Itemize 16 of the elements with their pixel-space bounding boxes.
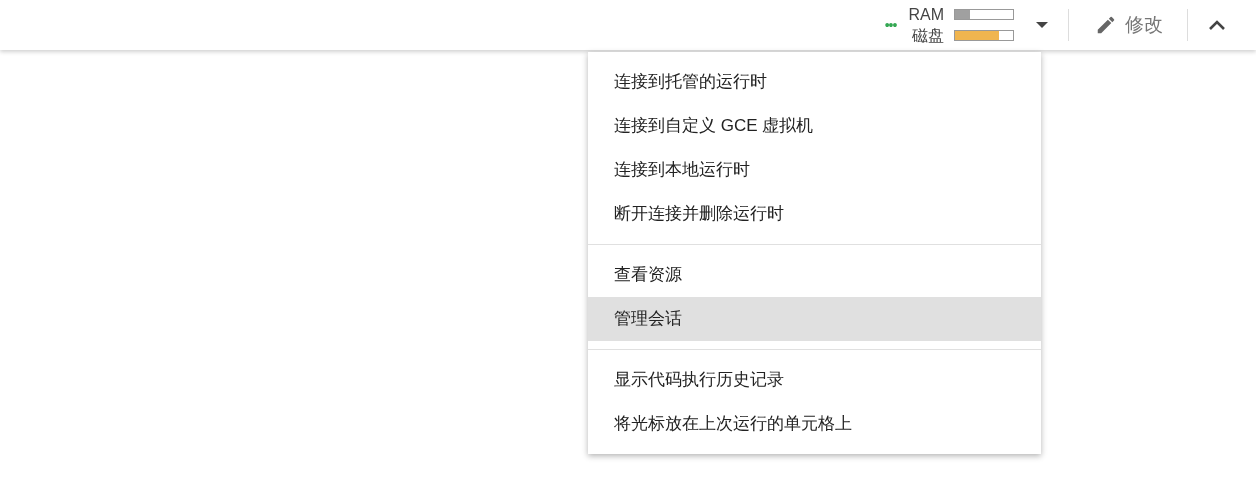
resource-label: 磁盘 bbox=[911, 26, 944, 46]
status-dots: ••• bbox=[884, 18, 897, 32]
menu-item[interactable]: 断开连接并删除运行时 bbox=[588, 192, 1041, 236]
pencil-icon bbox=[1095, 14, 1117, 36]
chevron-up-icon[interactable] bbox=[1208, 19, 1226, 31]
menu-item[interactable]: 将光标放在上次运行的单元格上 bbox=[588, 402, 1041, 446]
resource-label: RAM bbox=[908, 5, 944, 25]
edit-button[interactable]: 修改 bbox=[1095, 10, 1163, 40]
menu-item[interactable]: 查看资源 bbox=[588, 253, 1041, 297]
menu-item[interactable]: 显示代码执行历史记录 bbox=[588, 358, 1041, 402]
menu-item[interactable]: 连接到本地运行时 bbox=[588, 148, 1041, 192]
caret-icon[interactable] bbox=[1036, 22, 1048, 28]
menu-item[interactable]: 连接到自定义 GCE 虚拟机 bbox=[588, 104, 1041, 148]
menu-item[interactable]: 连接到托管的运行时 bbox=[588, 60, 1041, 104]
resource-meter[interactable]: RAM 磁盘 bbox=[908, 4, 1014, 46]
menu-item[interactable]: 管理会话 bbox=[588, 297, 1041, 341]
